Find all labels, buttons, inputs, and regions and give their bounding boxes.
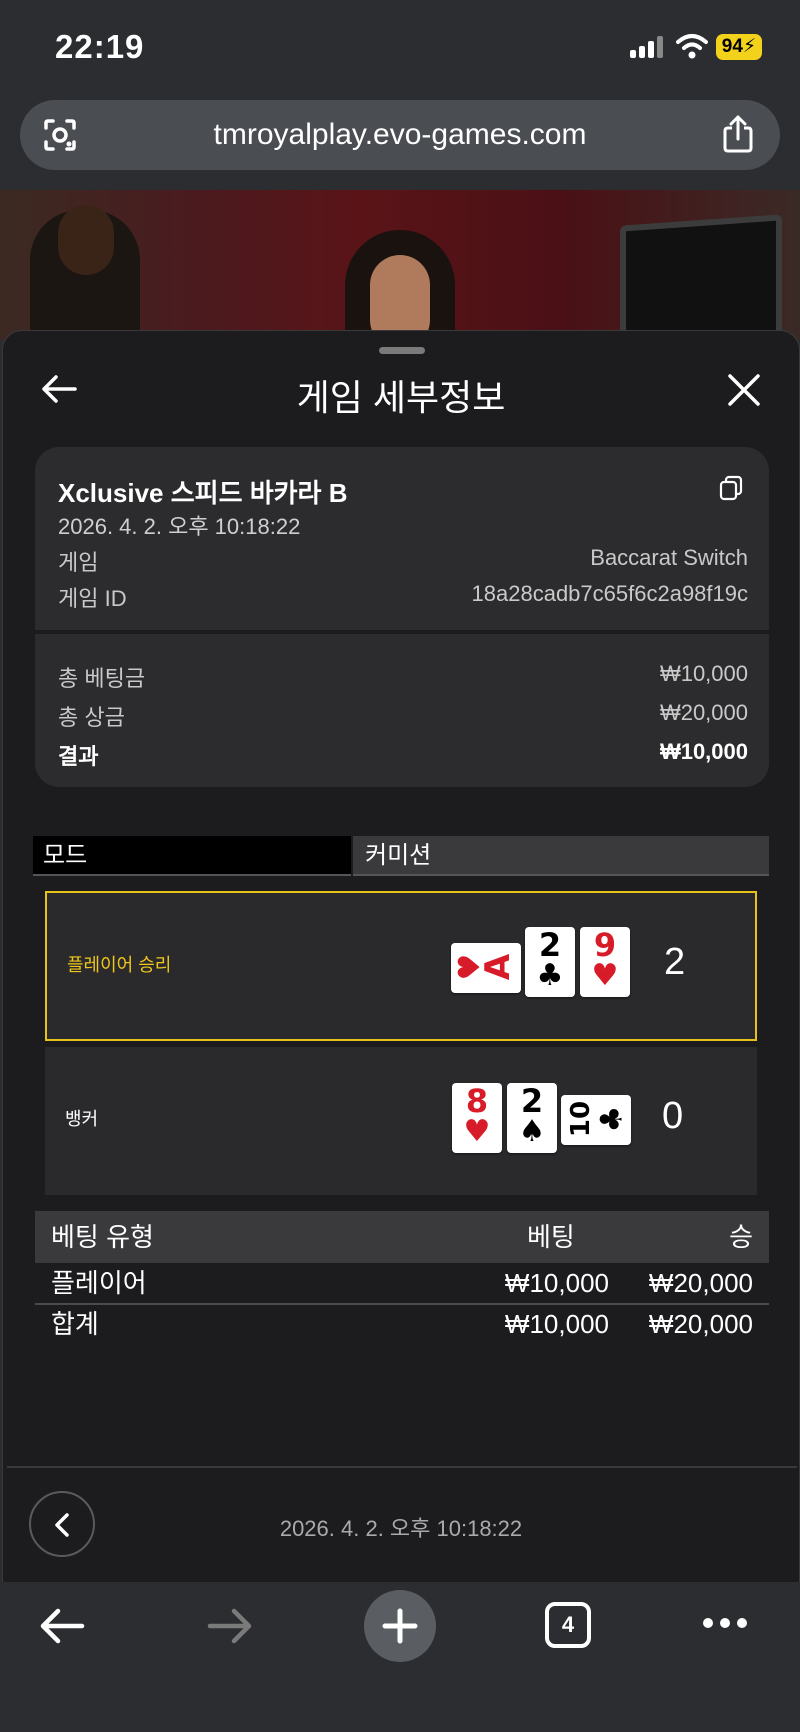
divider [35,630,769,634]
wifi-icon [676,34,708,59]
dealer-figure-left [30,205,140,340]
summary-label: 결과 [58,744,99,769]
player-hand-label: 플레이어 승리 [67,955,172,975]
summary-label: 총 상금 [58,705,125,730]
plus-icon [382,1608,418,1644]
win-amount: ₩20,000 [648,1268,753,1298]
table-total-row: 합계 ₩10,000 ₩20,000 [35,1304,769,1344]
summary-value: ₩10,000 [659,661,748,686]
table-row: 플레이어 ₩10,000 ₩20,000 [35,1263,769,1305]
total-win: ₩20,000 [648,1309,753,1339]
card-suit: ♥ [463,1114,491,1149]
summary-label: 총 베팅금 [58,666,146,691]
browser-forward-icon[interactable] [206,1606,254,1646]
header-bet: 베팅 [527,1222,575,1252]
more-options-icon[interactable] [702,1616,748,1628]
mode-bar: 모드 커미션 [33,836,769,878]
sheet-drag-handle[interactable] [379,347,425,354]
share-icon[interactable] [720,114,756,154]
player-hand: 플레이어 승리 ♥ A 2 ♣ 9 ♥ 2 [45,891,757,1041]
summary-value: ₩20,000 [659,700,748,725]
mode-label: 모드 [33,836,351,876]
playing-card: 10 ♣ [561,1095,631,1145]
summary-value: ₩10,000 [659,739,748,764]
copy-icon[interactable] [719,475,743,501]
player-score: 2 [664,941,686,983]
playing-card: 8 ♥ [452,1083,502,1153]
cellular-signal-icon [630,36,666,58]
total-bet: ₩10,000 [504,1309,609,1339]
close-icon[interactable] [727,373,761,407]
studio-monitor [620,214,782,340]
charging-bolt-icon: ⚡ [742,36,757,57]
browser-back-icon[interactable] [38,1606,86,1646]
header-bet-type: 베팅 유형 [51,1222,154,1252]
tab-count: 4 [561,1612,575,1637]
playing-card: 2 ♣ [525,927,575,997]
header-win: 승 [729,1222,753,1252]
dealer-figure-center [335,230,465,340]
card-suit: ♠ [518,1114,546,1149]
sheet-title: 게임 세부정보 [296,377,506,418]
clock: 22:19 [55,28,145,65]
bet-type: 플레이어 [51,1268,147,1298]
banker-score: 0 [662,1095,684,1137]
total-label: 합계 [51,1309,99,1339]
battery-indicator: 94⚡ [716,34,762,60]
bet-amount: ₩10,000 [504,1268,609,1298]
footer-datetime: 2026. 4. 2. 오후 10:18:22 [279,1516,523,1541]
playing-card: ♥ A [451,943,521,993]
info-value: 18a28cadb7c65f6c2a98f19c [471,581,748,606]
banker-hand-label: 뱅커 [65,1109,99,1129]
divider [7,1466,797,1468]
card-suit: ♥ [591,958,619,993]
info-label: 게임 ID [58,586,127,611]
tabs-button[interactable]: 4 [545,1602,591,1648]
game-datetime: 2026. 4. 2. 오후 10:18:22 [58,514,301,539]
live-video-stream [0,190,800,340]
game-details-sheet: 게임 세부정보 Xclusive 스피드 바카라 B 2026. 4. 2. 오… [2,330,800,1584]
mode-value: 커미션 [353,836,769,876]
playing-card: 2 ♠ [507,1083,557,1153]
info-label: 게임 [58,550,99,575]
url-text: tmroyalplay.evo-games.com [213,118,587,151]
battery-level: 94 [721,36,743,57]
new-tab-button[interactable] [364,1590,436,1662]
status-bar: 22:19 94⚡ [0,0,800,95]
game-title: Xclusive 스피드 바카라 B [58,478,348,508]
playing-card: 9 ♥ [580,927,630,997]
card-rank: A [478,953,519,981]
browser-toolbar: 4 [0,1582,800,1732]
address-bar[interactable]: tmroyalplay.evo-games.com [20,100,780,170]
card-suit: ♣ [594,1105,630,1133]
info-value: Baccarat Switch [590,545,748,570]
bet-table-header: 베팅 유형 베팅 승 [35,1211,769,1263]
card-suit: ♣ [536,958,564,993]
banker-hand: 뱅커 8 ♥ 2 ♠ 10 ♣ 0 [45,1047,757,1195]
game-summary-card: Xclusive 스피드 바카라 B 2026. 4. 2. 오후 10:18:… [35,447,769,787]
